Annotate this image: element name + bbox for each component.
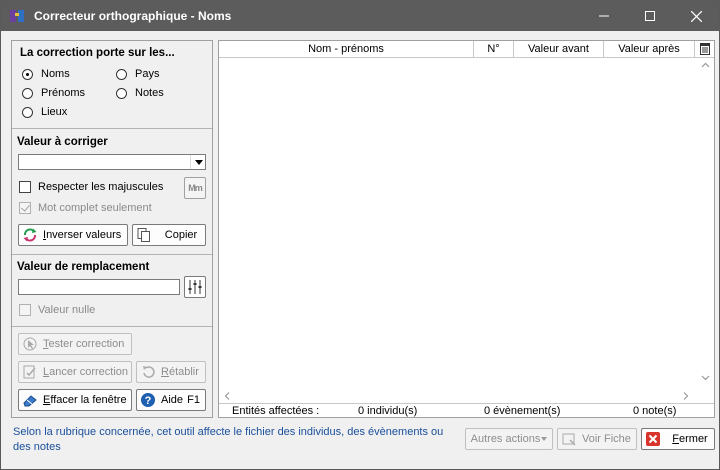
view-record-button[interactable]: Voir Fiche <box>557 428 637 450</box>
column-list-icon <box>699 43 710 55</box>
whole-word-checkbox[interactable]: Mot complet seulement <box>19 202 152 214</box>
help-icon: ? <box>140 392 156 408</box>
special-chars-button[interactable] <box>184 276 206 298</box>
launch-correction-button[interactable]: Lancer correction <box>18 361 132 383</box>
results-table: Nom - prénoms N° Valeur avant Valeur apr… <box>218 40 715 418</box>
clear-window-button[interactable]: Effacer la fenêtre <box>18 389 132 411</box>
respect-case-checkbox[interactable]: Respecter les majuscules <box>19 181 163 193</box>
scroll-down-icon <box>701 375 710 381</box>
eraser-icon <box>22 392 38 408</box>
chevron-down-icon[interactable] <box>195 160 203 165</box>
maximize-button[interactable] <box>627 1 673 31</box>
scroll-right-icon <box>683 392 689 400</box>
null-value-checkbox[interactable]: Valeur nulle <box>19 304 95 316</box>
radio-circle[interactable] <box>116 68 127 80</box>
case-icon: Mm <box>188 183 202 193</box>
svg-text:?: ? <box>145 395 152 407</box>
value-to-correct-combo[interactable] <box>18 154 206 170</box>
radio-pays[interactable]: Pays <box>116 68 159 80</box>
title-bar[interactable]: Correcteur orthographique - Noms <box>1 1 719 31</box>
scroll-up-icon <box>701 62 710 68</box>
column-header-value-after[interactable]: Valeur après <box>604 41 695 58</box>
radio-circle[interactable] <box>22 87 33 99</box>
document-check-icon <box>22 364 38 380</box>
radio-lieux[interactable]: Lieux <box>22 106 67 118</box>
maximize-icon <box>645 11 655 21</box>
close-button[interactable]: Fermer <box>641 428 715 450</box>
close-window-button[interactable] <box>673 1 719 31</box>
card-icon <box>561 431 577 447</box>
horizontal-scrollbar[interactable] <box>219 389 714 403</box>
replacement-title: Valeur de remplacement <box>17 261 150 273</box>
app-icon <box>9 8 25 24</box>
minimize-icon <box>599 15 609 17</box>
radio-circle[interactable] <box>116 87 127 99</box>
divider <box>12 326 212 327</box>
replacement-input[interactable] <box>18 279 180 295</box>
radio-noms[interactable]: Noms <box>22 68 70 80</box>
affected-label: Entités affectées : <box>232 405 320 417</box>
options-panel: La correction porte sur les... Noms Pays… <box>11 40 213 418</box>
radio-circle[interactable] <box>22 68 33 80</box>
cursor-icon <box>22 336 38 352</box>
column-header-value-before[interactable]: Valeur avant <box>514 41 604 58</box>
more-actions-button[interactable]: Autres actions <box>465 428 553 450</box>
divider <box>12 254 212 255</box>
column-header-number[interactable]: N° <box>474 41 514 58</box>
divider <box>12 128 212 129</box>
minimize-button[interactable] <box>581 1 627 31</box>
spell-checker-window: Correcteur orthographique - Noms La corr… <box>0 0 720 470</box>
close-red-icon <box>645 431 661 447</box>
close-icon <box>690 10 702 22</box>
swap-icon <box>22 227 38 243</box>
vertical-scrollbar[interactable] <box>697 58 714 389</box>
affected-entities-bar: Entités affectées : 0 individu(s) 0 évèn… <box>219 403 714 417</box>
copy-button[interactable]: Copier <box>132 224 206 246</box>
column-chooser-button[interactable] <box>695 41 714 58</box>
value-to-correct-title: Valeur à corriger <box>17 136 108 148</box>
chevron-down-icon <box>541 437 547 441</box>
events-count: 0 évènement(s) <box>484 405 561 417</box>
radio-prenoms[interactable]: Prénoms <box>22 87 85 99</box>
radio-circle[interactable] <box>22 106 33 118</box>
help-button[interactable]: ? Aide F1 <box>136 389 206 411</box>
copy-icon <box>136 227 152 243</box>
case-sensitive-button[interactable]: Mm <box>184 177 206 199</box>
individuals-count: 0 individu(s) <box>358 405 418 417</box>
test-correction-button[interactable]: Tester correction <box>18 333 132 355</box>
undo-icon <box>140 364 156 380</box>
restore-button[interactable]: Rétablir <box>136 361 206 383</box>
notes-count: 0 note(s) <box>633 405 677 417</box>
invert-values-button[interactable]: Inverser valeurs <box>18 224 128 246</box>
column-header-name[interactable]: Nom - prénoms <box>219 41 474 58</box>
scope-title: La correction porte sur les... <box>20 47 175 59</box>
window-title: Correcteur orthographique - Noms <box>34 9 232 23</box>
radio-notes[interactable]: Notes <box>116 87 164 99</box>
info-text: Selon la rubrique concernée, cet outil a… <box>13 426 444 453</box>
sliders-icon <box>188 280 202 294</box>
scroll-left-icon <box>224 392 230 400</box>
